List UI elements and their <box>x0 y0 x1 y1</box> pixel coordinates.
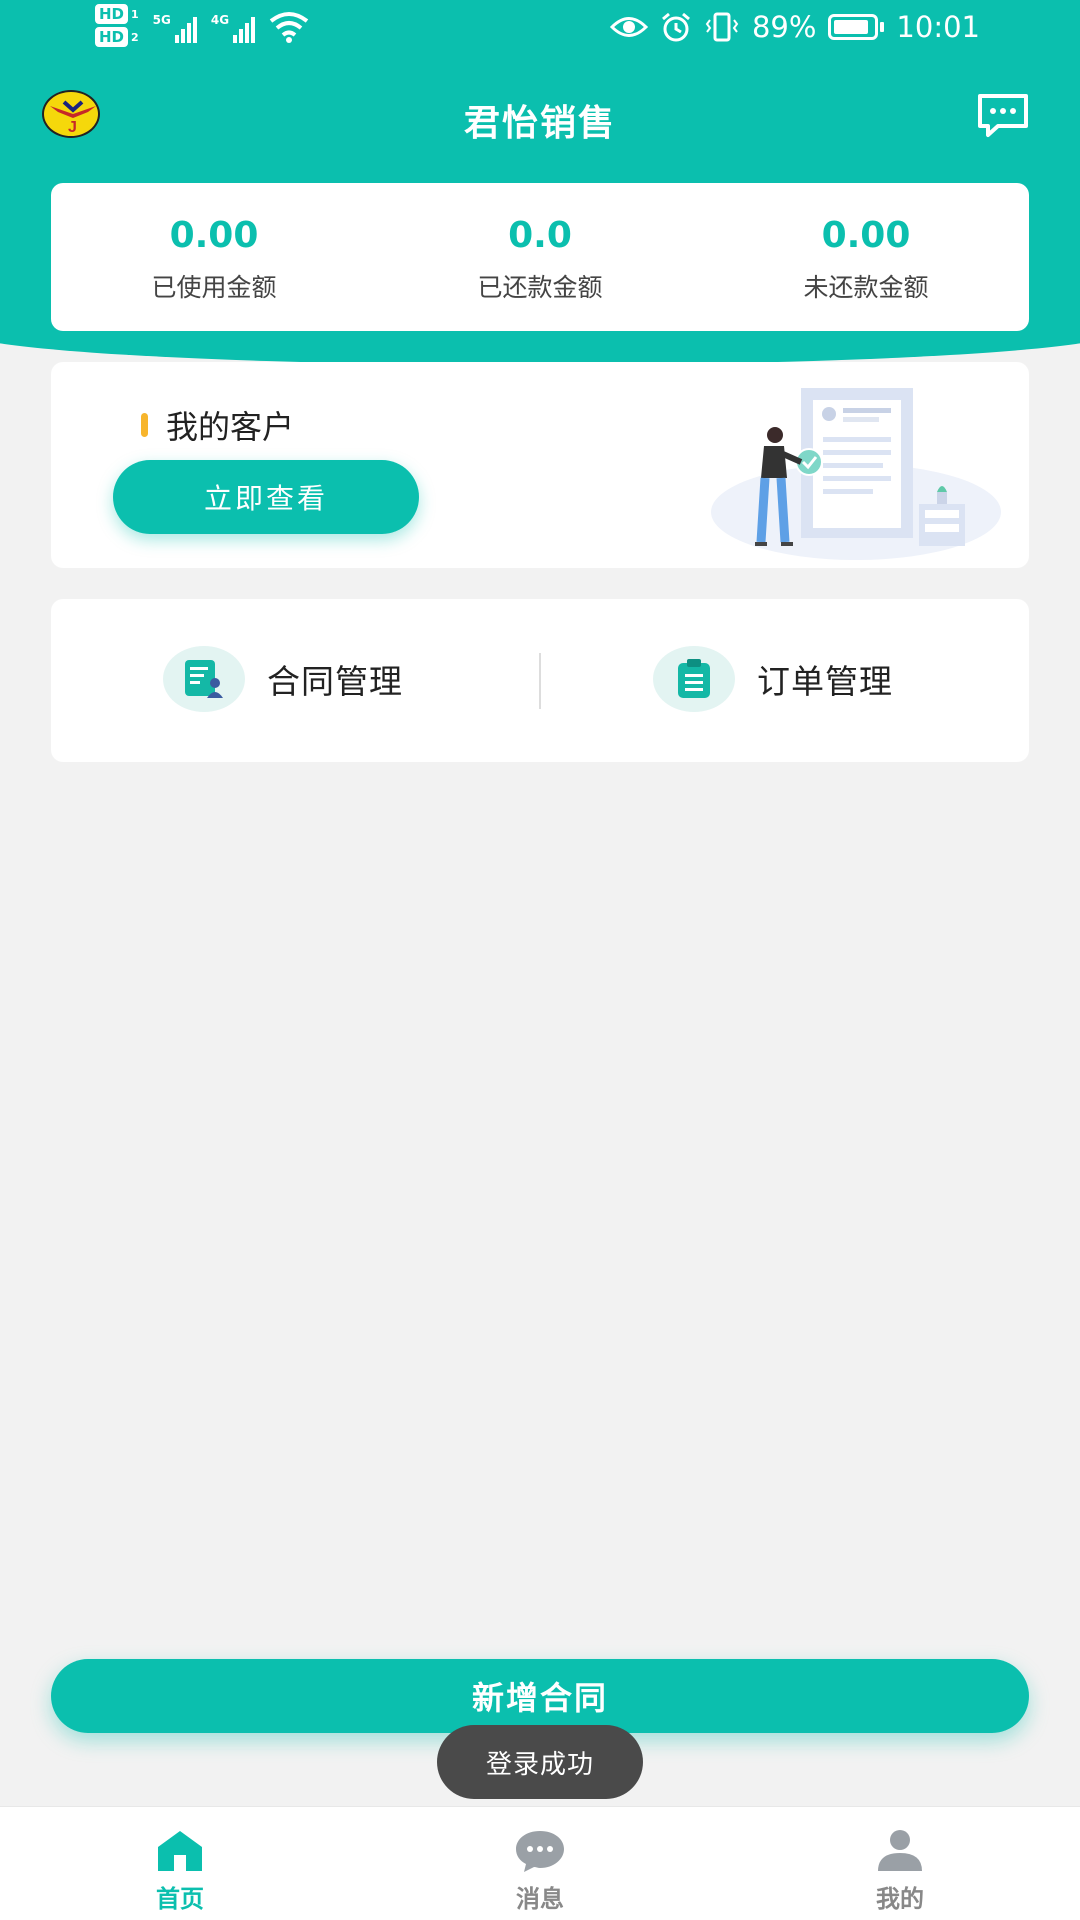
repaid-amount-value: 0.0 <box>508 215 572 256</box>
contract-management-entry[interactable]: 合同管理 <box>163 646 403 712</box>
tab-profile-label: 我的 <box>876 1885 924 1913</box>
hd-indicators: HD 1 HD 2 <box>95 4 139 47</box>
unpaid-amount-value: 0.00 <box>821 215 911 256</box>
repaid-amount-label: 已还款金额 <box>477 273 603 302</box>
view-customers-button[interactable]: 立即查看 <box>113 460 419 534</box>
function-card: 合同管理 订单管理 <box>51 599 1029 762</box>
bottom-tab-bar: 首页 消息 我的 <box>0 1806 1080 1920</box>
hd2-badge: HD <box>95 27 129 47</box>
add-contract-button[interactable]: 新增合同 <box>51 1659 1029 1733</box>
clock: 10:01 <box>896 10 980 44</box>
signal-5g-icon: 5G <box>153 9 197 43</box>
summary-used: 0.00 已使用金额 <box>51 183 377 331</box>
tab-messages-label: 消息 <box>516 1885 564 1913</box>
battery-percent: 89% <box>751 10 817 44</box>
status-left: HD 1 HD 2 5G 4G <box>95 4 309 47</box>
contract-management-label: 合同管理 <box>267 662 403 701</box>
toast-message: 登录成功 <box>485 1749 594 1780</box>
status-right: 89% 10:01 <box>609 10 980 44</box>
tab-home-label: 首页 <box>156 1885 204 1913</box>
user-icon <box>878 1830 922 1871</box>
customer-section-title: 我的客户 <box>141 402 294 448</box>
eye-icon <box>609 17 648 37</box>
login-success-toast: 登录成功 <box>437 1725 643 1799</box>
contract-icon <box>163 646 245 712</box>
hd2-sub: 2 <box>131 30 139 44</box>
used-amount-value: 0.00 <box>169 215 259 256</box>
title-bar: J 君怡销售 <box>0 80 1080 156</box>
net2-type: 4G <box>210 12 230 27</box>
customer-title-text: 我的客户 <box>166 408 295 446</box>
message-icon <box>516 1831 564 1872</box>
wifi-icon <box>269 11 309 43</box>
clipboard-icon <box>653 646 735 712</box>
unpaid-amount-label: 未还款金额 <box>803 273 929 302</box>
tab-home[interactable]: 首页 <box>0 1807 360 1920</box>
net1-type: 5G <box>152 12 171 27</box>
function-divider <box>539 653 541 709</box>
signal-4g-icon: 4G <box>210 9 256 43</box>
customer-illustration <box>711 388 1001 560</box>
hd1-sub: 1 <box>131 7 139 21</box>
vibrate-icon <box>705 12 739 42</box>
summary-card: 0.00 已使用金额 0.0 已还款金额 0.00 未还款金额 <box>51 183 1029 331</box>
tab-profile[interactable]: 我的 <box>720 1807 1080 1920</box>
status-bar: HD 1 HD 2 5G 4G 89% 10:01 <box>0 0 1080 60</box>
chat-bubble-icon[interactable] <box>976 92 1030 138</box>
order-management-label: 订单管理 <box>757 662 893 701</box>
summary-repaid: 0.0 已还款金额 <box>377 183 703 331</box>
used-amount-label: 已使用金额 <box>151 273 277 302</box>
alarm-icon <box>661 12 690 42</box>
summary-unpaid: 0.00 未还款金额 <box>703 183 1029 331</box>
customer-card: 我的客户 立即查看 <box>51 362 1029 568</box>
tab-messages[interactable]: 消息 <box>360 1807 720 1920</box>
app-screen: HD 1 HD 2 5G 4G 89% 10:01 J 君怡销售 0.00 已使… <box>0 0 1080 1920</box>
page-title: 君怡销售 <box>463 103 616 144</box>
home-icon <box>158 1831 202 1871</box>
order-management-entry[interactable]: 订单管理 <box>653 646 893 712</box>
hd1-badge: HD <box>95 4 129 24</box>
title-accent-mark <box>141 413 148 437</box>
battery-icon <box>828 14 885 40</box>
